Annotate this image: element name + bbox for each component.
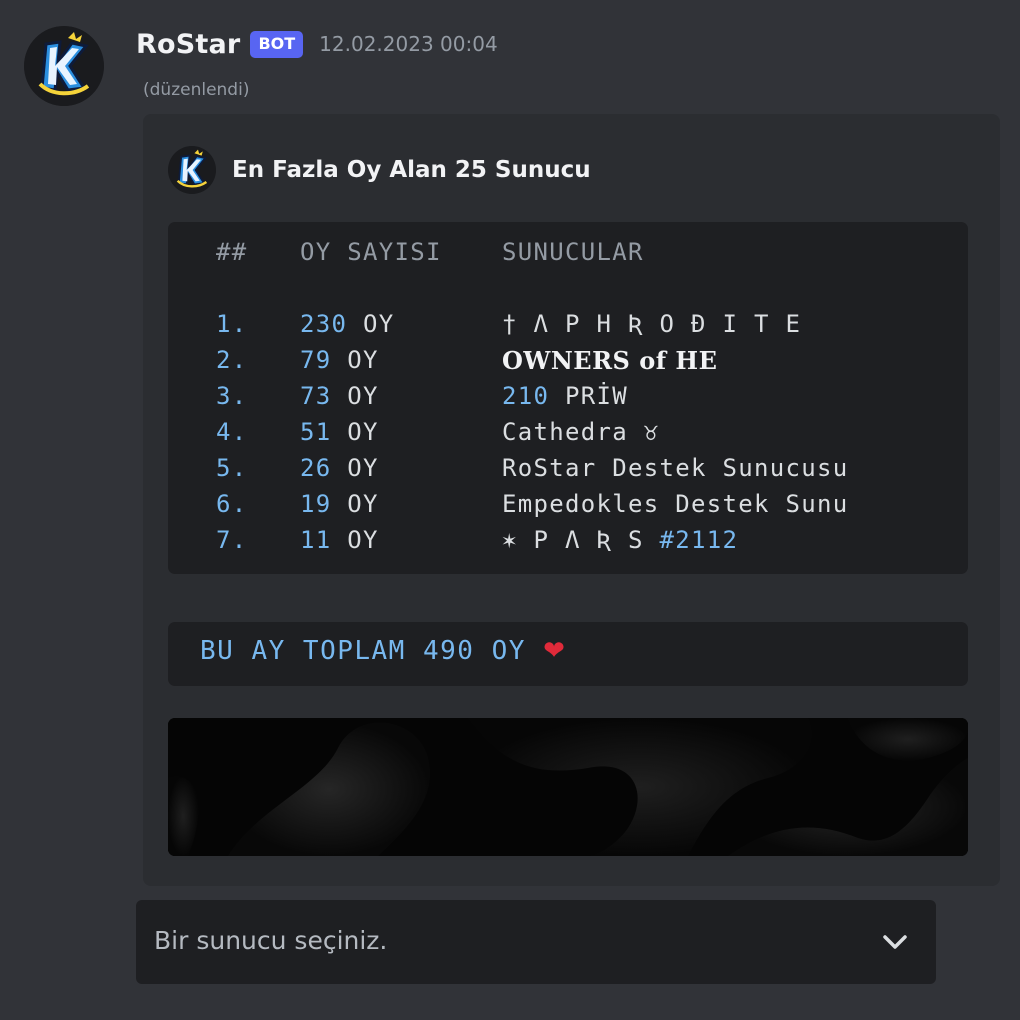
select-placeholder: Bir sunucu seçiniz. <box>154 926 388 955</box>
vote-ranking-codeblock: ## OY SAYISI SUNUCULAR 1. 230 OY † Λ P H… <box>168 222 968 574</box>
table-row: 3. 73 OY 210 PRİW <box>168 382 968 418</box>
vote-count: 26 OY <box>300 454 379 482</box>
abstract-dark-waves-image <box>168 718 968 856</box>
rostar-k-logo-icon <box>168 146 216 194</box>
server-name: † Λ P H Ʀ O Đ I T E <box>502 310 802 338</box>
rank: 1. <box>216 310 248 338</box>
embed-author: En Fazla Oy Alan 25 Sunucu <box>168 146 591 194</box>
embed-banner-image[interactable] <box>168 718 968 856</box>
embed-title: En Fazla Oy Alan 25 Sunucu <box>232 157 591 183</box>
table-row: 5. 26 OY RoStar Destek Sunucusu <box>168 454 968 490</box>
table-row: 6. 19 OY Empedokles Destek Sunu <box>168 490 968 526</box>
server-name: ✶ P Λ Ʀ S #2112 <box>502 526 739 554</box>
table-row: 1. 230 OY † Λ P H Ʀ O Đ I T E <box>168 310 968 346</box>
table-row: 7. 11 OY ✶ P Λ Ʀ S #2112 <box>168 526 968 562</box>
message-timestamp[interactable]: 12.02.2023 00:04 <box>319 32 498 56</box>
table-row: 2. 79 OY OWNERS of HE <box>168 346 968 382</box>
server-name: RoStar Destek Sunucusu <box>502 454 849 482</box>
column-header-votes: OY SAYISI <box>300 238 442 266</box>
author-avatar[interactable] <box>24 26 104 106</box>
monthly-total-codeblock: BU AY TOPLAM 490 OY ❤ <box>168 622 968 686</box>
rank: 4. <box>216 418 248 446</box>
edited-label: (düzenlendi) <box>143 80 250 100</box>
embed-author-avatar <box>168 146 216 194</box>
server-name: Cathedra ♉ <box>502 418 660 446</box>
vote-count: 19 OY <box>300 490 379 518</box>
vote-count: 73 OY <box>300 382 379 410</box>
chevron-down-icon[interactable] <box>882 930 908 958</box>
message-header: RoStar BOT 12.02.2023 00:04 <box>136 26 498 62</box>
red-heart-icon: ❤ <box>543 636 567 666</box>
vote-count: 11 OY <box>300 526 379 554</box>
server-name: 210 PRİW <box>502 382 628 410</box>
rank: 7. <box>216 526 248 554</box>
monthly-total: BU AY TOPLAM 490 OY ❤ <box>200 636 567 666</box>
table-row: 4. 51 OY Cathedra ♉ <box>168 418 968 454</box>
rank: 2. <box>216 346 248 374</box>
column-header-servers: SUNUCULAR <box>502 238 644 266</box>
server-name: Empedokles Destek Sunu <box>502 490 849 518</box>
vote-count: 230 OY <box>300 310 395 338</box>
rank: 3. <box>216 382 248 410</box>
rostar-k-logo-icon <box>24 26 104 106</box>
bot-badge: BOT <box>250 30 304 58</box>
server-select-dropdown[interactable]: Bir sunucu seçiniz. <box>136 900 936 984</box>
vote-count: 79 OY <box>300 346 379 374</box>
server-name: OWNERS of HE <box>502 346 718 375</box>
vote-count: 51 OY <box>300 418 379 446</box>
column-header-rank: ## <box>216 238 248 266</box>
author-name[interactable]: RoStar <box>136 29 240 60</box>
rank: 5. <box>216 454 248 482</box>
embed-card: En Fazla Oy Alan 25 Sunucu ## OY SAYISI … <box>143 114 1000 886</box>
rank: 6. <box>216 490 248 518</box>
